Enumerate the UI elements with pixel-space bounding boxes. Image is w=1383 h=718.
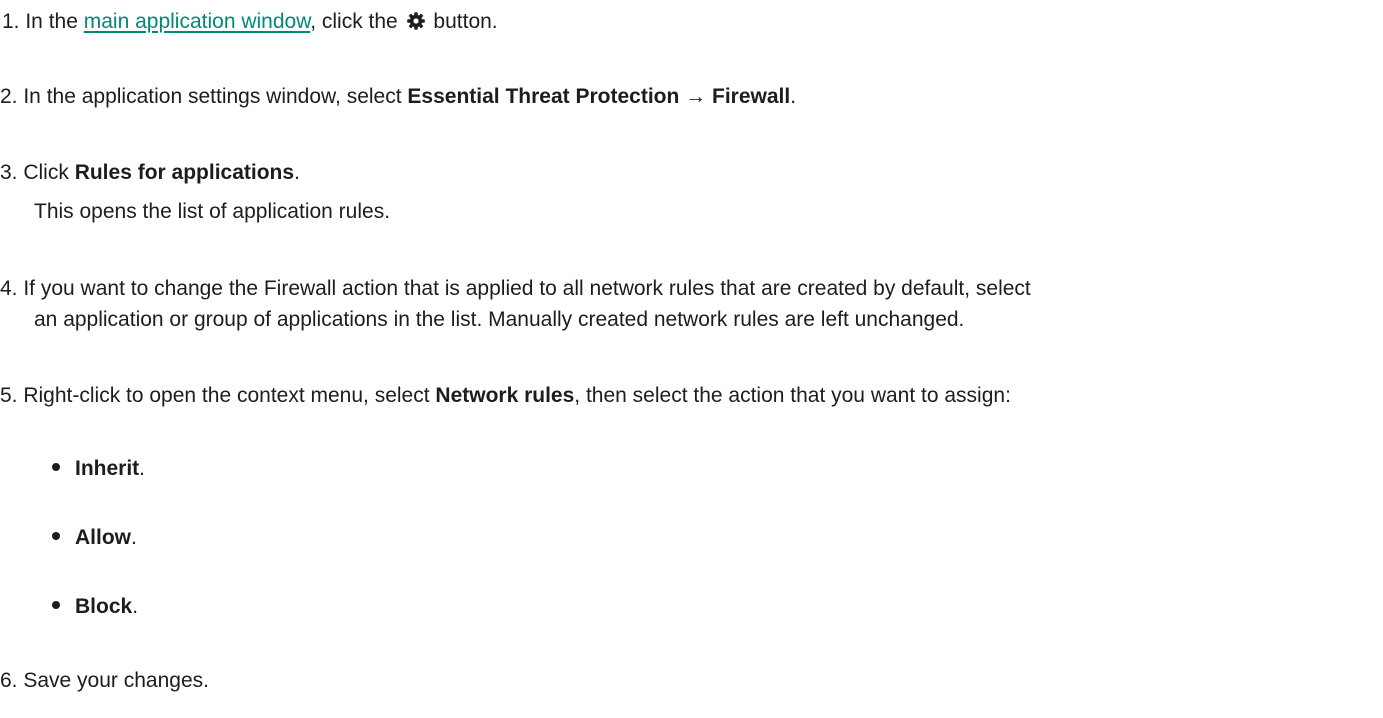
instructions-document: 1. In the main application window, click… — [0, 0, 1383, 718]
bullet-icon — [52, 532, 60, 540]
step-number: 2. — [0, 85, 18, 108]
step-text: , then select the action that you want t… — [574, 384, 1011, 407]
step-1: 1. In the main application window, click… — [2, 7, 498, 37]
step-text: If you want to change the Firewall actio… — [17, 277, 1031, 300]
rules-for-applications-label: Rules for applications — [74, 161, 295, 184]
punctuation: . — [131, 526, 137, 549]
bullet-icon — [52, 601, 60, 609]
punctuation: . — [139, 457, 146, 480]
list-item: Allow. — [52, 523, 137, 553]
step-text: button. — [427, 10, 498, 33]
step-text: Right-click to open the context menu, se… — [17, 384, 436, 407]
step-text: In the application settings window, sele… — [17, 85, 408, 108]
step-text: , click the — [310, 10, 404, 33]
option-block: Block — [75, 595, 133, 618]
gear-icon — [406, 10, 426, 30]
step-number: 3. — [0, 161, 18, 184]
step-4-continuation: an application or group of applications … — [34, 308, 965, 331]
network-rules-label: Network rules — [435, 384, 575, 407]
step-number: 4. — [0, 277, 18, 300]
step-text: . — [294, 161, 300, 184]
step-number: 5. — [0, 384, 18, 407]
bullet-icon — [52, 463, 60, 471]
essential-threat-protection-label: Essential Threat Protection — [407, 85, 680, 108]
step-number: 1. — [2, 10, 20, 33]
option-inherit: Inherit — [75, 457, 140, 480]
arrow-separator: → — [679, 85, 712, 108]
punctuation: . — [132, 595, 139, 618]
list-item: Block. — [52, 592, 138, 622]
step-text: . — [790, 85, 797, 108]
step-5: 5. Right-click to open the context menu,… — [0, 381, 1011, 411]
step-2: 2. In the application settings window, s… — [0, 82, 796, 112]
step-3-note: This opens the list of application rules… — [34, 200, 391, 223]
step-text: Save your changes. — [17, 669, 209, 692]
step-3: 3. Click Rules for applications. — [0, 158, 300, 188]
step-number: 6. — [0, 669, 18, 692]
list-item: Inherit. — [52, 454, 145, 484]
step-6: 6. Save your changes. — [0, 666, 209, 696]
main-application-window-link[interactable]: main application window — [84, 10, 310, 33]
step-4: 4. If you want to change the Firewall ac… — [0, 274, 1031, 304]
option-allow: Allow — [75, 526, 131, 549]
step-text: Click — [17, 161, 75, 184]
firewall-label: Firewall — [712, 85, 791, 108]
step-text: In the — [19, 10, 84, 33]
